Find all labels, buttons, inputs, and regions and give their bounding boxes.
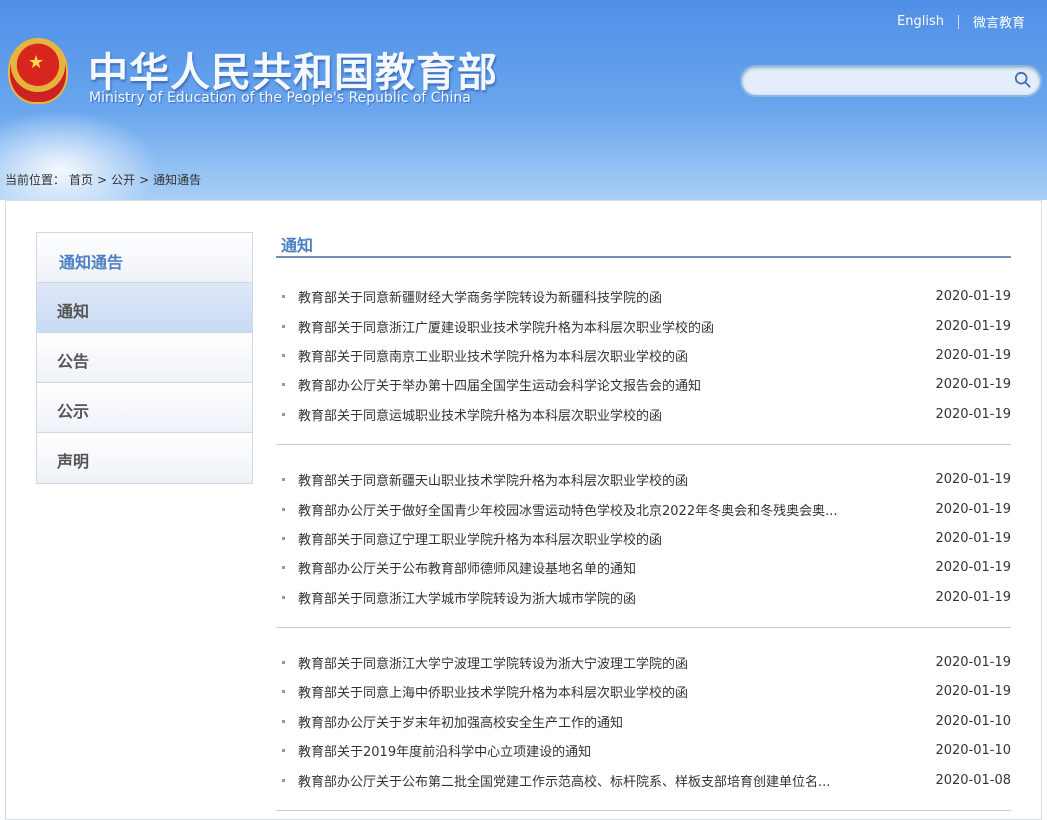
item-title[interactable]: 教育部办公厅关于公布教育部师德师风建设基地名单的通知 [298, 558, 931, 577]
item-date: 2020-01-19 [931, 407, 1011, 422]
list-item[interactable]: 教育部关于同意浙江大学宁波理工学院转设为浙大宁波理工学院的函2020-01-19 [276, 648, 1011, 677]
list-item[interactable]: 教育部关于同意浙江大学城市学院转设为浙大城市学院的函2020-01-19 [276, 583, 1011, 612]
bullet-icon [282, 749, 285, 752]
item-date: 2020-01-19 [931, 502, 1011, 517]
item-date: 2020-01-19 [931, 319, 1011, 334]
breadcrumb-label: 当前位置： [5, 173, 65, 187]
list-group: 教育部关于同意新疆财经大学商务学院转设为新疆科技学院的函2020-01-19教育… [276, 258, 1011, 445]
sidebar-title[interactable]: 通知通告 [37, 233, 252, 283]
bullet-icon [282, 354, 285, 357]
item-date: 2020-01-19 [931, 684, 1011, 699]
item-date: 2020-01-10 [931, 743, 1011, 758]
item-date: 2020-01-19 [931, 560, 1011, 575]
english-link[interactable]: English [897, 14, 944, 29]
chevron-right-icon: > [97, 173, 107, 187]
list-item[interactable]: 教育部关于同意运城职业技术学院升格为本科层次职业学校的函2020-01-19 [276, 400, 1011, 429]
national-emblem-logo[interactable]: ★ [8, 38, 68, 104]
search-icon[interactable] [1014, 71, 1032, 89]
item-title[interactable]: 教育部关于同意南京工业职业技术学院升格为本科层次职业学校的函 [298, 346, 931, 365]
item-title[interactable]: 教育部关于2019年度前沿科学中心立项建设的通知 [298, 741, 931, 760]
top-links: English 微言教育 [897, 12, 1025, 31]
item-date: 2020-01-19 [931, 377, 1011, 392]
item-title[interactable]: 教育部办公厅关于举办第十四届全国学生运动会科学论文报告会的通知 [298, 375, 931, 394]
weiyan-link[interactable]: 微言教育 [973, 12, 1025, 31]
item-title[interactable]: 教育部关于同意浙江大学宁波理工学院转设为浙大宁波理工学院的函 [298, 653, 931, 672]
chevron-right-icon: > [139, 173, 149, 187]
bullet-icon [282, 779, 285, 782]
bullet-icon [282, 661, 285, 664]
list-item[interactable]: 教育部办公厅关于做好全国青少年校园冰雪运动特色学校及北京2022年冬奥会和冬残奥… [276, 494, 1011, 523]
list-item[interactable]: 教育部办公厅关于举办第十四届全国学生运动会科学论文报告会的通知2020-01-1… [276, 370, 1011, 399]
item-title[interactable]: 教育部办公厅关于做好全国青少年校园冰雪运动特色学校及北京2022年冬奥会和冬残奥… [298, 500, 931, 519]
bullet-icon [282, 383, 285, 386]
breadcrumb-current[interactable]: 通知通告 [153, 173, 201, 187]
list-item[interactable]: 教育部关于同意南京工业职业技术学院升格为本科层次职业学校的函2020-01-19 [276, 341, 1011, 370]
item-date: 2020-01-19 [931, 472, 1011, 487]
item-date: 2020-01-08 [931, 773, 1011, 788]
bullet-icon [282, 596, 285, 599]
item-date: 2020-01-19 [931, 590, 1011, 605]
sidebar-item-statement[interactable]: 声明 [37, 433, 252, 483]
search-input[interactable] [740, 65, 1042, 97]
site-subtitle: Ministry of Education of the People's Re… [89, 90, 471, 106]
item-title[interactable]: 教育部办公厅关于公布第二批全国党建工作示范高校、标杆院系、样板支部培育创建单位名… [298, 771, 931, 790]
bullet-icon [282, 325, 285, 328]
item-title[interactable]: 教育部关于同意新疆财经大学商务学院转设为新疆科技学院的函 [298, 287, 931, 306]
list-item[interactable]: 教育部关于同意浙江广厦建设职业技术学院升格为本科层次职业学校的函2020-01-… [276, 311, 1011, 340]
item-title[interactable]: 教育部办公厅关于岁末年初加强高校安全生产工作的通知 [298, 712, 931, 731]
section-title: 通知 [276, 232, 1011, 258]
list-group: 教育部关于同意浙江大学宁波理工学院转设为浙大宁波理工学院的函2020-01-19… [276, 628, 1011, 811]
list-item[interactable]: 教育部关于同意新疆财经大学商务学院转设为新疆科技学院的函2020-01-19 [276, 282, 1011, 311]
list-item[interactable]: 教育部关于同意辽宁理工职业学院升格为本科层次职业学校的函2020-01-19 [276, 524, 1011, 553]
breadcrumb-home[interactable]: 首页 [69, 173, 93, 187]
bullet-icon [282, 690, 285, 693]
item-date: 2020-01-19 [931, 348, 1011, 363]
item-date: 2020-01-10 [931, 714, 1011, 729]
item-title[interactable]: 教育部关于同意辽宁理工职业学院升格为本科层次职业学校的函 [298, 529, 931, 548]
bullet-icon [282, 413, 285, 416]
item-date: 2020-01-19 [931, 655, 1011, 670]
item-date: 2020-01-19 [931, 531, 1011, 546]
notice-list: 通知 教育部关于同意新疆财经大学商务学院转设为新疆科技学院的函2020-01-1… [276, 232, 1011, 811]
sidebar-item-announcement[interactable]: 公告 [37, 333, 252, 383]
sidebar: 通知通告 通知 公告 公示 声明 [36, 232, 253, 484]
item-title[interactable]: 教育部关于同意浙江大学城市学院转设为浙大城市学院的函 [298, 588, 931, 607]
bullet-icon [282, 537, 285, 540]
item-title[interactable]: 教育部关于同意浙江广厦建设职业技术学院升格为本科层次职业学校的函 [298, 317, 931, 336]
item-title[interactable]: 教育部关于同意新疆天山职业技术学院升格为本科层次职业学校的函 [298, 470, 931, 489]
list-item[interactable]: 教育部办公厅关于岁末年初加强高校安全生产工作的通知2020-01-10 [276, 707, 1011, 736]
bullet-icon [282, 508, 285, 511]
list-group: 教育部关于同意新疆天山职业技术学院升格为本科层次职业学校的函2020-01-19… [276, 445, 1011, 628]
site-header: ★ 中华人民共和国教育部 Ministry of Education of th… [0, 0, 1047, 200]
list-item[interactable]: 教育部关于同意上海中侨职业技术学院升格为本科层次职业学校的函2020-01-19 [276, 677, 1011, 706]
divider [958, 15, 959, 29]
breadcrumb-public[interactable]: 公开 [111, 173, 135, 187]
bullet-icon [282, 566, 285, 569]
list-item[interactable]: 教育部办公厅关于公布第二批全国党建工作示范高校、标杆院系、样板支部培育创建单位名… [276, 765, 1011, 794]
breadcrumb: 当前位置： 首页 > 公开 > 通知通告 [5, 171, 205, 188]
item-title[interactable]: 教育部关于同意运城职业技术学院升格为本科层次职业学校的函 [298, 405, 931, 424]
sidebar-item-publicity[interactable]: 公示 [37, 383, 252, 433]
bullet-icon [282, 295, 285, 298]
list-item[interactable]: 教育部办公厅关于公布教育部师德师风建设基地名单的通知2020-01-19 [276, 553, 1011, 582]
sidebar-item-notice[interactable]: 通知 [37, 283, 252, 333]
bullet-icon [282, 478, 285, 481]
bullet-icon [282, 720, 285, 723]
item-date: 2020-01-19 [931, 289, 1011, 304]
item-title[interactable]: 教育部关于同意上海中侨职业技术学院升格为本科层次职业学校的函 [298, 682, 931, 701]
list-item[interactable]: 教育部关于同意新疆天山职业技术学院升格为本科层次职业学校的函2020-01-19 [276, 465, 1011, 494]
list-item[interactable]: 教育部关于2019年度前沿科学中心立项建设的通知2020-01-10 [276, 736, 1011, 765]
